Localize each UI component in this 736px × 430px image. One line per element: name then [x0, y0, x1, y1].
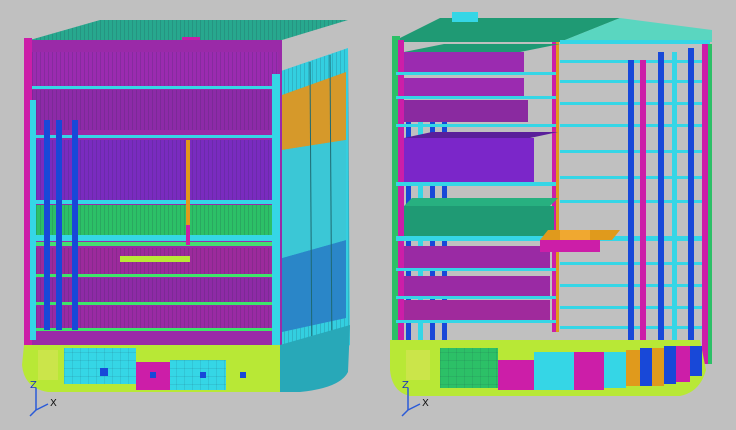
- left-model: Z X: [22, 20, 350, 417]
- left-top-deck: [30, 20, 348, 42]
- right-top-deck: [392, 12, 712, 42]
- right-z-label: Z: [402, 380, 409, 391]
- right-double-bottom: [390, 340, 706, 396]
- right-x-label: X: [422, 398, 429, 409]
- left-x-label: X: [50, 398, 57, 409]
- left-z-label: Z: [30, 380, 37, 391]
- left-decks: [32, 52, 278, 328]
- fe-model-canvas: Z X Z X: [22, 12, 712, 417]
- right-web-frames: [628, 44, 712, 366]
- right-model: Z X: [390, 12, 712, 417]
